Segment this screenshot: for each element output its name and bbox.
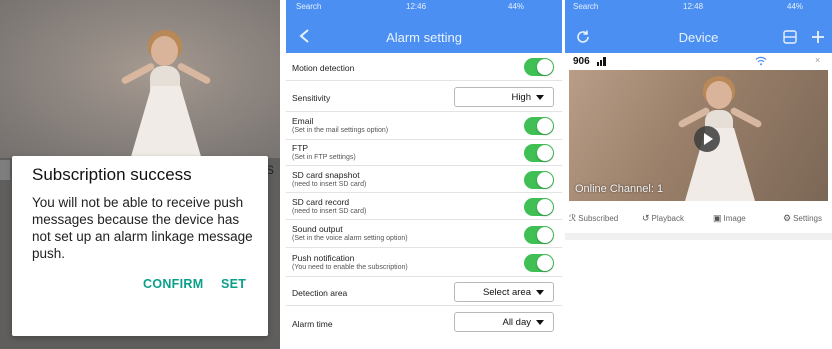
row-sublabel: (need to insert SD card) [292,181,367,188]
row-label: Alarm time [292,319,333,329]
screenshot-collage: S Subscription success You will not be a… [0,0,832,349]
alarm-nav-bar: Search 12:46 44% Alarm setting [286,0,562,53]
status-bar: Search 12:48 44% [565,0,832,13]
section-divider [565,233,832,240]
grid-icon[interactable] [783,30,797,44]
alarm-time-select[interactable]: All day [454,312,554,332]
row-email: Email (Set in the mail settings option) [286,112,562,140]
row-label: SD card record [292,197,350,207]
dialog-message: You will not be able to receive push mes… [32,195,253,261]
action-label: Playback [651,214,685,223]
playback-button[interactable]: ↺ Playback [642,213,684,224]
background-tab [0,160,10,180]
child-photo [120,30,212,160]
row-sd-record: SD card record (need to insert SD card) [286,193,562,220]
status-time: 12:48 [683,2,704,11]
row-detection-area: Detection area Select area [286,277,562,306]
camera-preview[interactable]: Online Channel: 1 [569,70,828,201]
row-sensitivity: Sensitivity High [286,81,562,112]
sd-snapshot-toggle[interactable] [524,171,554,189]
row-sublabel: (Set in FTP settings) [292,154,356,161]
set-button[interactable]: SET [221,277,246,291]
channel-label: Online Channel: 1 [575,183,664,195]
signal-icon [597,57,606,66]
settings-button[interactable]: ⚙ Settings [783,213,822,224]
action-label: Subscribed [578,214,619,223]
sensitivity-select[interactable]: High [454,87,554,107]
row-label: SD card snapshot [292,170,360,180]
dialog-title: Subscription success [32,165,192,184]
select-value: High [511,92,531,103]
row-sublabel: (need to insert SD card) [292,208,367,215]
row-label: FTP [292,143,309,153]
chevron-down-icon [536,95,544,100]
subscription-dialog: Subscription success You will not be abl… [12,156,268,336]
row-label: Email [292,116,314,126]
status-battery: 44% [787,2,804,11]
image-button[interactable]: ▣ Image [713,213,746,224]
close-icon[interactable]: × [815,55,820,65]
email-toggle[interactable] [524,117,554,135]
row-sublabel: (Set in the voice alarm setting option) [292,235,408,242]
select-value: Select area [482,287,531,298]
plus-icon[interactable] [810,29,826,45]
image-icon: ▣ [713,213,722,223]
row-label: Sensitivity [292,93,331,103]
chevron-down-icon [536,290,544,295]
play-icon[interactable] [694,126,720,152]
row-sound-output: Sound output (Set in the voice alarm set… [286,220,562,248]
detection-area-select[interactable]: Select area [454,282,554,302]
confirm-button[interactable]: CONFIRM [143,277,203,291]
push-notification-toggle[interactable] [524,254,554,272]
status-battery: 44% [508,2,525,11]
subscribe-icon: ℛ [569,213,577,223]
device-screen: Search 12:48 44% Device 906 × Online Cha… [565,0,832,349]
row-alarm-time: Alarm time All day [286,306,562,336]
row-sublabel: (Set in the mail settings option) [292,127,389,134]
alarm-setting-screen: Search 12:46 44% Alarm setting Motion de… [286,0,562,349]
playback-icon: ↺ [642,213,650,223]
action-label: Settings [793,214,822,223]
sound-output-toggle[interactable] [524,226,554,244]
chevron-down-icon [536,320,544,325]
status-bar: Search 12:46 44% [286,0,562,13]
row-label: Motion detection [292,63,355,73]
row-label: Push notification [292,253,355,263]
row-label: Sound output [292,224,343,234]
background-label: S [266,163,275,177]
device-name: 906 [573,56,590,67]
row-ftp: FTP (Set in FTP settings) [286,140,562,166]
row-label: Detection area [292,288,348,298]
row-push-notification: Push notification (You need to enable th… [286,248,562,277]
page-title: Alarm setting [386,30,462,45]
sd-record-toggle[interactable] [524,198,554,216]
gear-icon: ⚙ [783,213,792,223]
row-motion-detection: Motion detection [286,53,562,81]
ftp-toggle[interactable] [524,144,554,162]
motion-detection-toggle[interactable] [524,58,554,76]
status-carrier: Search [573,2,599,11]
row-sd-snapshot: SD card snapshot (need to insert SD card… [286,166,562,193]
subscribed-button[interactable]: ℛ Subscribed [569,213,618,224]
device-actions: ℛ Subscribed ↺ Playback ▣ Image ⚙ Settings [565,211,832,231]
status-carrier: Search [296,2,322,11]
row-sublabel: (You need to enable the subscription) [292,264,408,271]
action-label: Image [723,214,746,223]
device-nav-bar: Search 12:48 44% Device [565,0,832,53]
device-header: 906 × [565,53,832,69]
status-time: 12:46 [406,2,427,11]
select-value: All day [502,317,531,328]
subscription-screen: S Subscription success You will not be a… [0,0,280,349]
wifi-icon [755,56,767,66]
child-photo [677,76,763,201]
